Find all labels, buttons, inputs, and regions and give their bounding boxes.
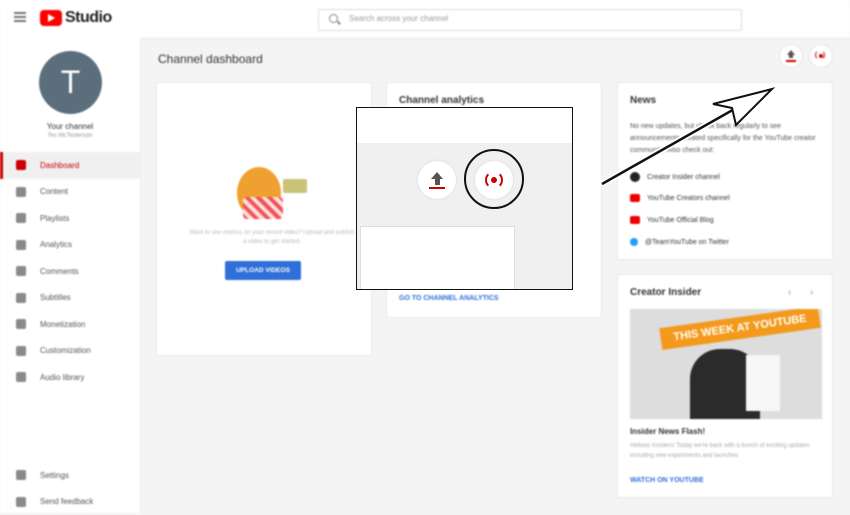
- creator-insider-channel-link[interactable]: Creator Insider channel: [630, 172, 720, 182]
- feedback-icon: [16, 497, 26, 507]
- next-icon[interactable]: ›: [810, 287, 813, 298]
- sidebar-item-content[interactable]: Content: [0, 179, 140, 206]
- youtube-icon: [630, 194, 640, 202]
- channel-avatar[interactable]: T: [39, 51, 102, 114]
- sidebar-item-label: Subtitles: [40, 293, 71, 302]
- sidebar-item-playlists[interactable]: Playlists: [0, 205, 140, 232]
- monetization-icon: [16, 319, 26, 329]
- insider-video-title: Insider News Flash!: [630, 427, 705, 436]
- news-card: News No new updates, but check back regu…: [617, 82, 833, 260]
- search-bar[interactable]: Search across your channel: [318, 9, 742, 31]
- subtitles-icon: [16, 293, 26, 303]
- sidebar-item-label: Send feedback: [40, 497, 93, 506]
- creator-insider-title: Creator Insider: [630, 287, 701, 298]
- sidebar-item-subtitles[interactable]: Subtitles: [0, 285, 140, 312]
- channel-subtitle: Tes McTesterson: [0, 133, 140, 139]
- content-icon: [16, 187, 26, 197]
- sidebar-item-monetization[interactable]: Monetization: [0, 311, 140, 338]
- audio-library-icon: [16, 372, 26, 382]
- studio-logo[interactable]: Studio: [40, 9, 112, 27]
- analytics-icon: [16, 240, 26, 250]
- previous-icon[interactable]: ‹: [788, 287, 791, 298]
- youtube-official-blog-link[interactable]: YouTube Official Blog: [630, 216, 714, 224]
- sidebar-item-dashboard[interactable]: Dashboard: [0, 152, 140, 179]
- sidebar-bottom-nav: Settings Send feedback: [0, 462, 140, 515]
- creator-insider-icon: [630, 172, 640, 182]
- news-text: No new updates, but check back regularly…: [630, 121, 820, 157]
- sidebar-item-send-feedback[interactable]: Send feedback: [0, 489, 140, 515]
- watch-on-youtube-link[interactable]: WATCH ON YOUTUBE: [630, 477, 704, 484]
- upload-button[interactable]: [780, 45, 802, 67]
- sidebar-item-analytics[interactable]: Analytics: [0, 232, 140, 259]
- upload-card: Want to see metrics on your recent video…: [156, 82, 372, 356]
- sidebar: T Your channel Tes McTesterson Dashboard…: [0, 38, 141, 513]
- dashboard-icon: [16, 160, 26, 170]
- top-bar: Studio Search across your channel: [0, 0, 850, 39]
- team-youtube-twitter-link[interactable]: @TeamYouTube on Twitter: [630, 238, 729, 246]
- playlists-icon: [16, 213, 26, 223]
- youtube-play-icon: [40, 10, 62, 26]
- sidebar-item-label: Customization: [40, 346, 91, 355]
- sidebar-item-label: Audio library: [40, 373, 84, 382]
- go-to-channel-analytics-link[interactable]: GO TO CHANNEL ANALYTICS: [399, 295, 499, 302]
- upload-videos-button[interactable]: UPLOAD VIDEOS: [225, 261, 301, 280]
- zoomed-upload-button[interactable]: [418, 161, 456, 199]
- analytics-card-title: Channel analytics: [399, 95, 484, 106]
- sidebar-item-label: Playlists: [40, 214, 69, 223]
- video-thumbnail[interactable]: THIS WEEK AT YOUTUBE: [630, 309, 822, 419]
- comments-icon: [16, 266, 26, 276]
- sidebar-nav: Dashboard Content Playlists Analytics Co…: [0, 152, 140, 391]
- search-icon: [329, 14, 338, 23]
- zoom-callout: [356, 107, 573, 290]
- logo-text: Studio: [65, 9, 112, 27]
- channel-name: Your channel: [0, 122, 140, 131]
- sidebar-item-customization[interactable]: Customization: [0, 338, 140, 365]
- search-input[interactable]: Search across your channel: [349, 14, 448, 23]
- insider-video-text: Hellooo Insiders! Today we're back with …: [630, 441, 820, 461]
- hamburger-menu-icon[interactable]: [14, 12, 26, 22]
- youtube-icon: [630, 216, 640, 224]
- youtube-creators-channel-link[interactable]: YouTube Creators channel: [630, 194, 730, 202]
- twitter-icon: [630, 238, 638, 246]
- upload-illustration: [237, 161, 307, 225]
- sidebar-item-label: Monetization: [40, 320, 85, 329]
- go-live-button[interactable]: [810, 45, 832, 67]
- sidebar-item-label: Analytics: [40, 240, 72, 249]
- upload-card-text: Want to see metrics on your recent video…: [187, 229, 357, 247]
- sidebar-item-label: Content: [40, 187, 68, 196]
- sidebar-item-audio-library[interactable]: Audio library: [0, 364, 140, 391]
- sidebar-item-settings[interactable]: Settings: [0, 462, 140, 489]
- thumbnail-banner-text: THIS WEEK AT YOUTUBE: [659, 309, 821, 350]
- customization-icon: [16, 346, 26, 356]
- sidebar-item-label: Dashboard: [40, 161, 79, 170]
- gear-icon: [16, 470, 26, 480]
- page-title: Channel dashboard: [158, 52, 263, 66]
- creator-insider-card: Creator Insider ‹ › THIS WEEK AT YOUTUBE…: [617, 274, 833, 498]
- sidebar-item-comments[interactable]: Comments: [0, 258, 140, 285]
- news-title: News: [630, 95, 656, 106]
- highlight-circle: [464, 149, 524, 209]
- sidebar-item-label: Comments: [40, 267, 79, 276]
- sidebar-item-label: Settings: [40, 471, 69, 480]
